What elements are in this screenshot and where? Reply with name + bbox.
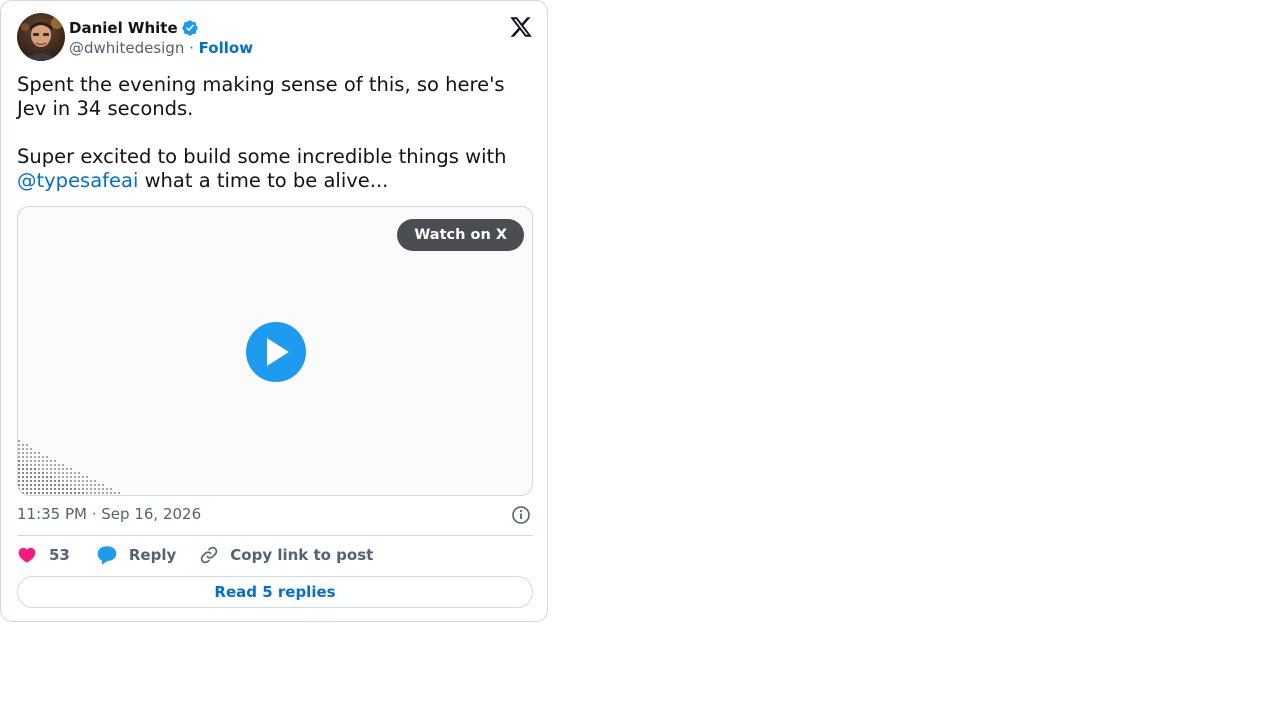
avatar-image <box>17 13 65 61</box>
play-button[interactable] <box>246 322 306 382</box>
reply-label: Reply <box>128 546 177 564</box>
video-media[interactable]: Watch on X <box>17 206 533 496</box>
divider <box>17 535 533 536</box>
x-logo-icon[interactable] <box>509 15 533 39</box>
copy-link-label: Copy link to post <box>230 546 374 564</box>
tweet-text-after-mention: what a time to be alive... <box>138 169 389 192</box>
mention-link[interactable]: @typesafeai <box>17 169 138 192</box>
handle-row: @dwhitedesign · Follow <box>69 39 253 57</box>
author-name[interactable]: Daniel White <box>69 19 178 37</box>
tweet-meta: 11:35 PM · Sep 16, 2026 <box>17 504 533 526</box>
copy-link-button[interactable]: Copy link to post <box>199 545 373 565</box>
tweet-paragraph-2: Super excited to build some incredible t… <box>17 145 533 193</box>
tweet-card: Daniel White @dwhitedesign · Follow Spen… <box>0 0 548 622</box>
like-button[interactable]: 53 <box>17 545 70 565</box>
tweet-paragraph-1: Spent the evening making sense of this, … <box>17 73 505 120</box>
tweet-text-before-mention: Super excited to build some incredible t… <box>17 145 507 168</box>
timestamp[interactable]: 11:35 PM · Sep 16, 2026 <box>17 505 201 523</box>
reply-button[interactable]: Reply <box>96 545 176 565</box>
tweet-header: Daniel White @dwhitedesign · Follow <box>17 13 533 63</box>
reply-bubble-icon <box>97 546 117 565</box>
heart-icon <box>18 547 36 563</box>
avatar[interactable] <box>17 13 65 61</box>
handle-separator: · <box>184 39 199 57</box>
follow-link[interactable]: Follow <box>199 39 253 57</box>
read-replies-button[interactable]: Read 5 replies <box>17 576 533 608</box>
info-icon[interactable] <box>511 505 531 525</box>
watch-on-x-button[interactable]: Watch on X <box>397 219 524 251</box>
dot-pattern-decoration <box>18 440 120 494</box>
author-name-row: Daniel White <box>69 17 199 39</box>
action-bar: 53 Reply Copy link to post <box>17 543 373 567</box>
verified-badge-icon <box>181 19 199 37</box>
tweet-text: Spent the evening making sense of this, … <box>17 73 533 193</box>
author-handle[interactable]: @dwhitedesign <box>69 39 184 57</box>
link-icon <box>201 546 218 564</box>
play-icon <box>267 338 289 366</box>
like-count: 53 <box>49 546 70 564</box>
